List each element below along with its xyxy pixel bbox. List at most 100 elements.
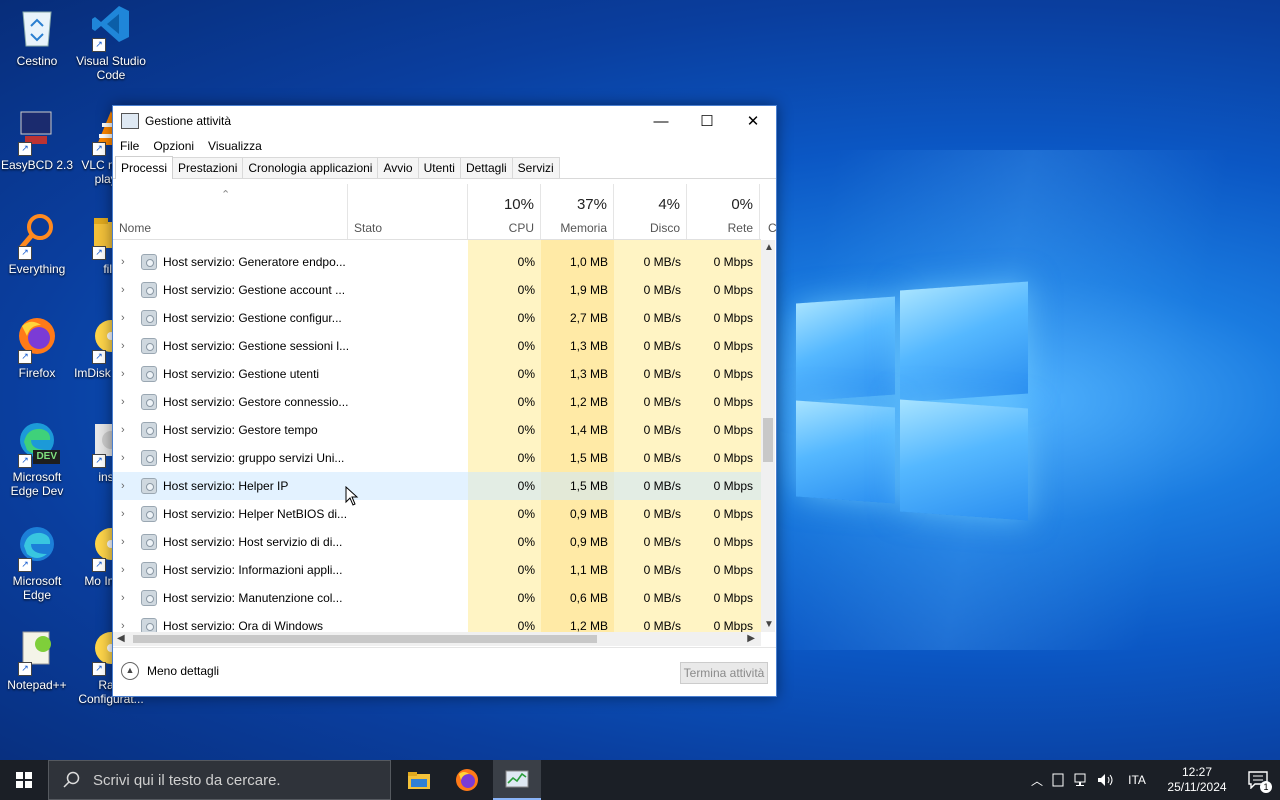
taskbar-task-manager[interactable] [493,760,541,800]
service-host-icon [141,534,157,550]
scroll-right-icon[interactable]: ▶ [747,633,755,644]
disk-value: 0 MB/s [643,619,681,632]
process-row[interactable]: › Host servizio: Gestione sessioni l... 0%… [113,332,761,360]
windows-logo-wallpaper [796,281,1028,521]
disk-value: 0 MB/s [643,395,681,409]
volume-icon[interactable] [1094,773,1118,787]
taskbar-file-explorer[interactable] [395,760,443,800]
expand-chevron-icon[interactable]: › [121,528,131,556]
cpu-value: 0% [517,535,535,549]
expand-chevron-icon[interactable]: › [121,388,131,416]
process-name: Host servizio: Informazioni appli... [163,563,343,577]
scroll-up-icon[interactable]: ▲ [764,242,774,253]
column-memory[interactable]: 37% Memoria [541,184,614,239]
tab-users[interactable]: Utenti [417,157,461,178]
recycle-bin-icon [14,4,60,50]
scroll-left-icon[interactable]: ◀ [117,633,125,644]
fewer-details-button[interactable]: ▲ Meno dettagli [121,662,219,680]
column-name[interactable]: ⌃ Nome [113,184,348,239]
start-button[interactable] [0,760,48,800]
title-bar[interactable]: Gestione attività — ☐ ✕ [113,106,776,136]
column-more[interactable]: C [760,184,777,239]
close-button[interactable]: ✕ [730,106,776,136]
expand-chevron-icon[interactable]: › [121,416,131,444]
desktop-icon-firefox[interactable]: ↗ Firefox [0,316,74,380]
vertical-scroll-thumb[interactable] [763,418,773,462]
tab-details[interactable]: Dettagli [459,157,513,178]
expand-chevron-icon[interactable]: › [121,584,131,612]
desktop-icon-edge-dev[interactable]: ↗ DEV Microsoft Edge Dev [0,420,74,498]
show-hidden-icons-chevron-up-icon[interactable]: ︿ [1028,772,1046,789]
mouse-cursor-icon [345,486,359,506]
menu-options[interactable]: Opzioni [153,139,194,153]
process-name: Host servizio: Helper NetBIOS di... [163,507,348,521]
process-row[interactable]: › Host servizio: Gestore tempo 0% 1,4 MB 0 M… [113,416,761,444]
column-disk[interactable]: 4% Disco [614,184,687,239]
desktop-icon-notepadpp[interactable]: ↗ Notepad++ [0,628,74,692]
process-row[interactable]: › Host servizio: Helper NetBIOS di... 0% 0,… [113,500,761,528]
network-icon[interactable] [1070,773,1094,787]
expand-chevron-icon[interactable]: › [121,276,131,304]
expand-chevron-icon[interactable]: › [121,360,131,388]
cpu-value: 0% [517,423,535,437]
task-manager-icon [505,770,529,788]
tab-processes[interactable]: Processi [115,156,174,179]
desktop-icon-easybcd[interactable]: ↗ EasyBCD 2.3 [0,108,74,172]
expand-chevron-icon[interactable]: › [121,444,131,472]
disk-value: 0 MB/s [643,423,681,437]
process-row[interactable]: › Host servizio: Gestione utenti 0% 1,3 MB 0… [113,360,761,388]
action-center-button[interactable]: 1 [1238,771,1278,793]
process-row[interactable]: › Host servizio: Gestione account ... 0% 1,… [113,276,761,304]
memory-value: 0,9 MB [569,535,608,549]
clock[interactable]: 12:27 25/11/2024 [1156,765,1238,795]
horizontal-scrollbar[interactable]: ◀ ▶ [113,632,761,646]
expand-chevron-icon[interactable]: › [121,612,131,632]
process-row[interactable]: › Host servizio: Gestore connessio... 0% 1,… [113,388,761,416]
process-row[interactable]: › Host servizio: Manutenzione col... 0% 0,6… [113,584,761,612]
tab-performance[interactable]: Prestazioni [172,157,244,178]
expand-chevron-icon[interactable]: › [121,304,131,332]
expand-chevron-icon[interactable]: › [121,500,131,528]
expand-chevron-icon[interactable]: › [121,332,131,360]
input-language-indicator[interactable]: ITA [1118,773,1156,787]
process-row[interactable]: › Host servizio: Informazioni appli... 0% 1… [113,556,761,584]
memory-value: 1,3 MB [569,339,608,353]
process-row[interactable]: › Host servizio: Generatore endpo... 0% 1,0… [113,248,761,276]
disk-value: 0 MB/s [643,479,681,493]
end-task-button[interactable]: Termina attività [680,662,768,684]
expand-chevron-icon[interactable]: › [121,248,131,276]
taskbar-search-box[interactable]: Scrivi qui il testo da cercare. [48,760,391,800]
cpu-value: 0% [517,283,535,297]
process-row[interactable]: › Host servizio: Host servizio di di... 0%… [113,528,761,556]
horizontal-scroll-thumb[interactable] [133,635,597,643]
shortcut-arrow-icon: ↗ [92,38,106,52]
service-host-icon [141,478,157,494]
maximize-button[interactable]: ☐ [684,106,730,136]
scroll-down-icon[interactable]: ▼ [764,619,774,630]
tab-services[interactable]: Servizi [511,157,560,178]
menu-view[interactable]: Visualizza [208,139,262,153]
desktop-icon-label: Notepad++ [7,678,67,692]
taskbar-firefox[interactable] [443,760,491,800]
tablet-mode-icon[interactable] [1046,773,1070,787]
minimize-button[interactable]: — [638,106,684,136]
expand-chevron-icon[interactable]: › [121,472,131,500]
vertical-scrollbar[interactable]: ▲ ▼ [761,240,775,632]
desktop-icon-recycle-bin[interactable]: Cestino [0,4,74,68]
expand-chevron-icon[interactable]: › [121,556,131,584]
process-row[interactable]: › Host servizio: Helper IP 0% 1,5 MB 0 MB/s 0… [113,472,761,500]
tab-app-history[interactable]: Cronologia applicazioni [242,157,379,178]
menu-file[interactable]: File [120,139,139,153]
desktop-icon-edge[interactable]: ↗ Microsoft Edge [0,524,74,602]
column-network[interactable]: 0% Rete [687,184,760,239]
process-row[interactable]: › Host servizio: gruppo servizi Uni... 0% 1… [113,444,761,472]
process-row[interactable]: › Host servizio: Gestione configur... 0% 2,… [113,304,761,332]
desktop-icon-vscode[interactable]: ↗ Visual Studio Code [74,4,148,82]
tab-startup[interactable]: Avvio [377,157,419,178]
desktop-icon-everything-search[interactable]: ↗ Everything [0,212,74,276]
cpu-value: 0% [517,563,535,577]
column-cpu[interactable]: 10% CPU [468,184,541,239]
shortcut-arrow-icon: ↗ [18,350,32,364]
process-row[interactable]: › Host servizio: Ora di Windows 0% 1,2 MB 0 … [113,612,761,632]
column-status[interactable]: Stato [348,184,468,239]
